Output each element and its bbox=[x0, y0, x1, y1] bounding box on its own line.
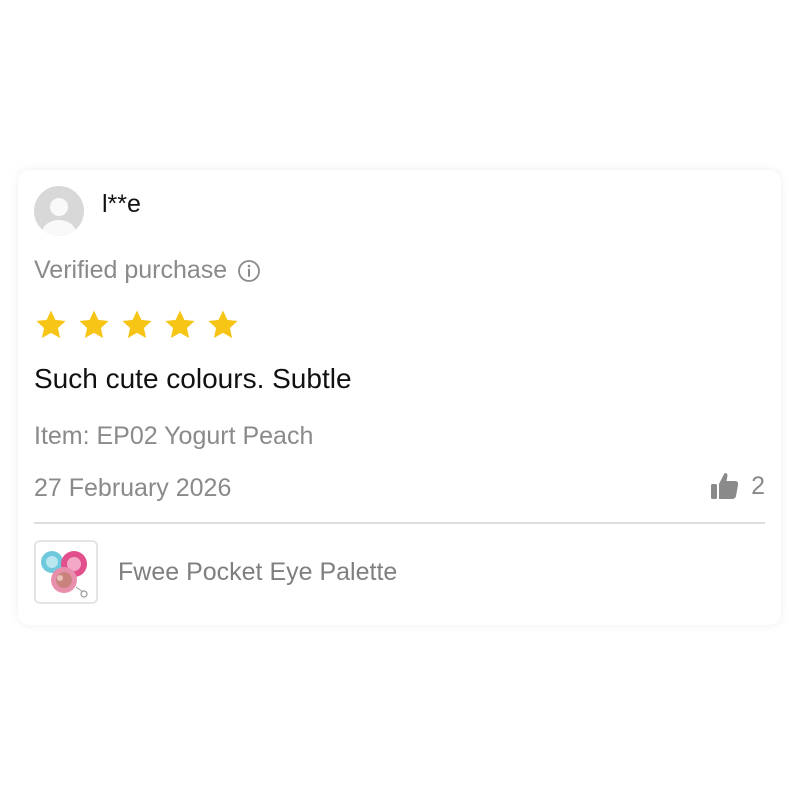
review-date: 27 February 2026 bbox=[34, 474, 232, 502]
like-button[interactable]: 2 bbox=[709, 470, 765, 502]
product-thumbnail[interactable] bbox=[34, 540, 98, 604]
star-rating bbox=[34, 308, 249, 342]
item-variant: Item: EP02 Yogurt Peach bbox=[34, 422, 314, 450]
user-avatar-icon bbox=[42, 198, 76, 236]
info-icon[interactable] bbox=[237, 259, 261, 283]
like-count: 2 bbox=[751, 471, 765, 500]
divider bbox=[34, 522, 765, 524]
review-text: Such cute colours. Subtle bbox=[34, 363, 352, 394]
star-icon bbox=[79, 310, 109, 339]
verified-purchase: Verified purchase bbox=[34, 256, 261, 285]
verified-purchase-label: Verified purchase bbox=[34, 256, 228, 284]
star-icon bbox=[122, 310, 152, 339]
reviewer-name: l**e bbox=[102, 190, 141, 218]
product-link[interactable]: Fwee Pocket Eye Palette bbox=[34, 540, 397, 604]
thumbs-up-icon bbox=[711, 473, 739, 499]
review-card: l**e Verified purchase Such cute colours… bbox=[18, 170, 781, 625]
reviewer-header: l**e bbox=[34, 186, 141, 236]
product-name[interactable]: Fwee Pocket Eye Palette bbox=[118, 558, 397, 587]
eye-palette-image bbox=[36, 542, 96, 602]
star-icon bbox=[165, 310, 195, 339]
avatar bbox=[34, 186, 84, 236]
star-icon bbox=[208, 310, 238, 339]
star-icon bbox=[36, 310, 66, 339]
